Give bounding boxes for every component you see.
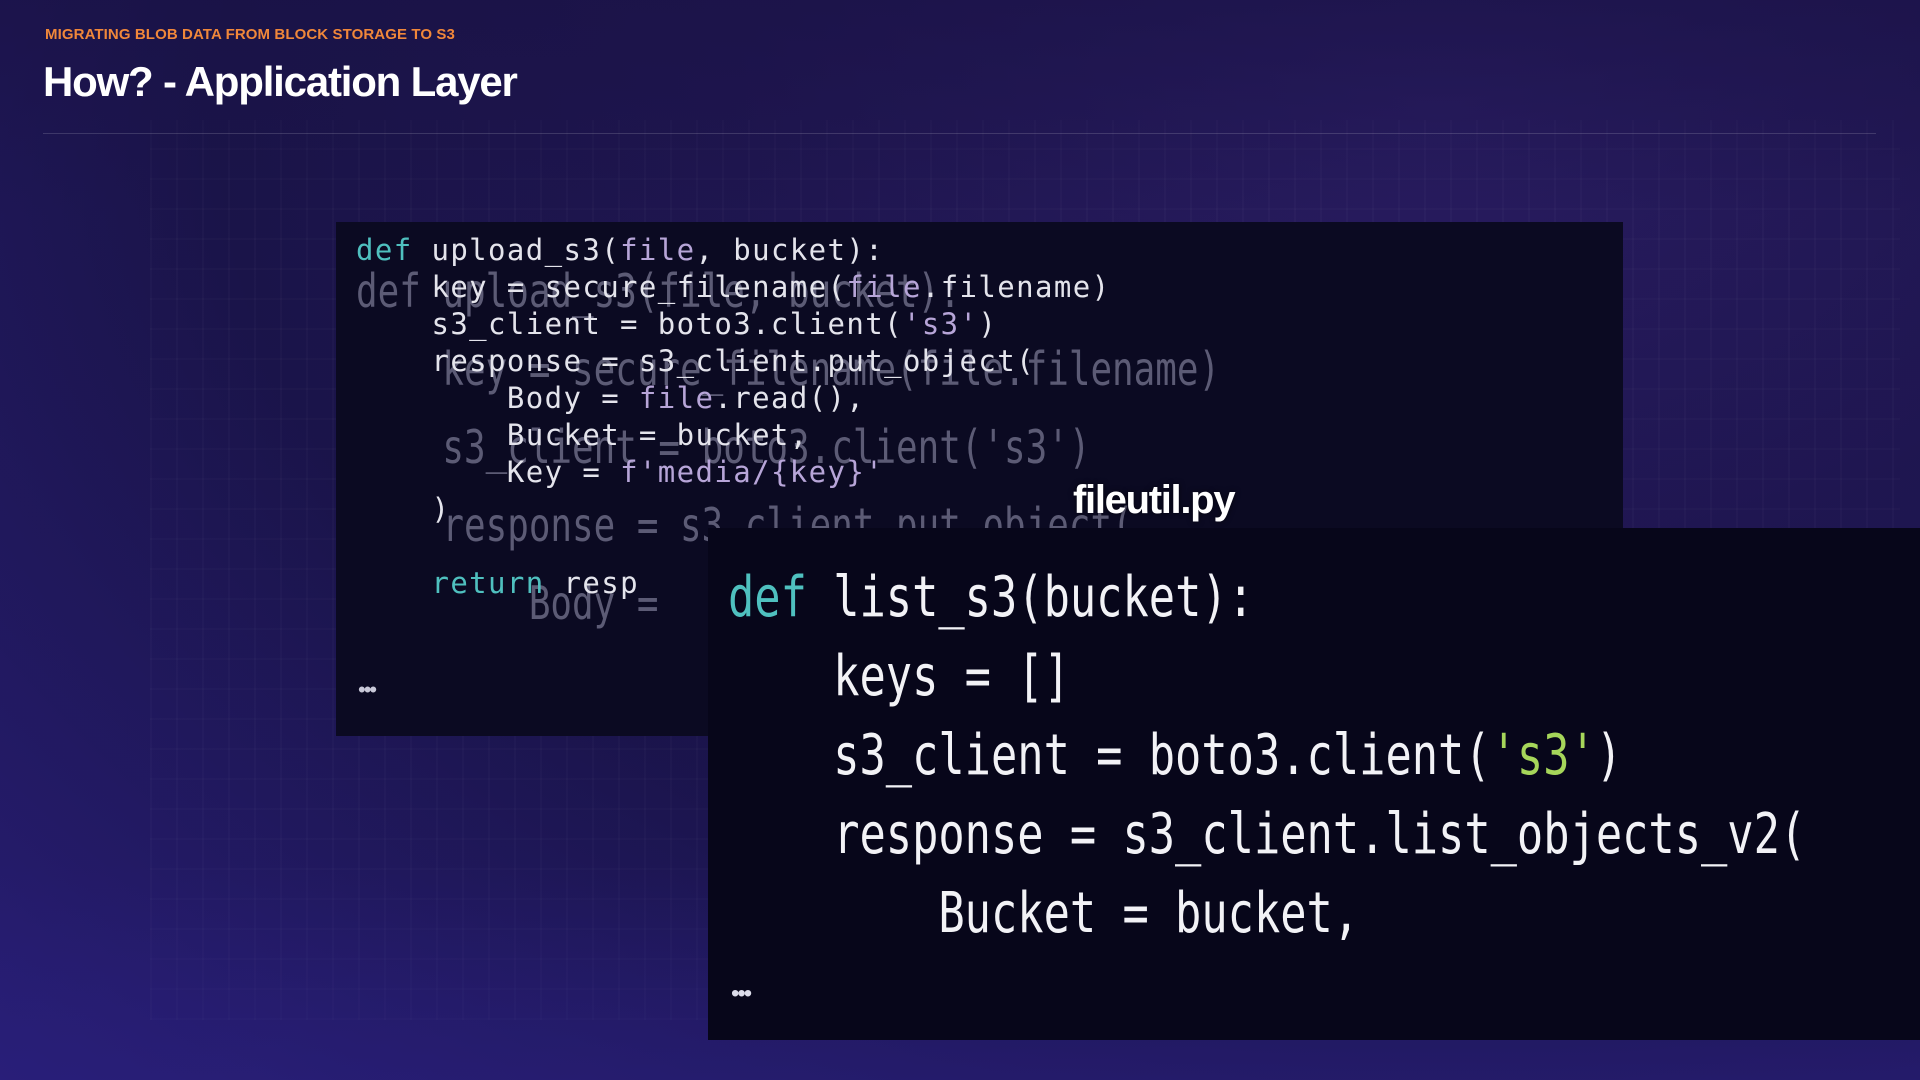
code-line: ) xyxy=(356,491,1110,528)
code-token-text: upload_s3( xyxy=(412,233,621,267)
code-token-indent xyxy=(356,270,431,304)
code-token-indent xyxy=(356,492,431,526)
code-token-text: key = secure_filename( xyxy=(431,270,847,304)
code-token-indent xyxy=(728,802,833,867)
code-token-text: keys = [] xyxy=(833,644,1070,709)
code-token-kw: def xyxy=(356,233,413,267)
code-token-text: ) xyxy=(431,492,451,526)
code-token-text: response = s3_client.put_object( xyxy=(431,344,1035,378)
code-token-str: file xyxy=(638,381,715,415)
code-token-str: file xyxy=(846,270,922,304)
code-token-rest: ) xyxy=(978,307,998,341)
code-line: Bucket = bucket, xyxy=(728,874,1806,953)
code-token-indent xyxy=(728,723,833,788)
code-line: def list_s3(bucket): xyxy=(728,558,1806,637)
code-token-str: file xyxy=(620,233,696,267)
header-divider xyxy=(43,133,1876,134)
code-panel-list: def list_s3(bucket): keys = [] s3_client… xyxy=(708,528,1920,1040)
code-token-indent xyxy=(356,307,431,341)
code-token-indent xyxy=(356,418,507,452)
code-token-indent xyxy=(356,381,507,415)
code-line: Body = file.read(), xyxy=(356,380,1110,417)
code-token-text: s3_client = boto3.client( xyxy=(833,723,1491,788)
code-line: Bucket = bucket, xyxy=(356,417,1110,454)
code-line: key = secure_filename(file.filename) xyxy=(356,269,1110,306)
list-ellipsis: ••• xyxy=(731,980,752,1007)
code-token-kw: return xyxy=(431,566,545,600)
code-token-text: Bucket = bucket, xyxy=(938,881,1360,946)
filename-label: fileutil.py xyxy=(1073,478,1236,522)
slide-title: How? - Application Layer xyxy=(43,58,518,105)
code-token-indent xyxy=(356,455,507,489)
code-token-text: list_s3(bucket): xyxy=(806,565,1254,630)
list-code-block: def list_s3(bucket): keys = [] s3_client… xyxy=(728,558,1806,953)
code-token-str: 's3' xyxy=(902,307,979,341)
code-line: def upload_s3(file, bucket): xyxy=(356,232,1110,269)
code-token-rest: ) xyxy=(1595,723,1623,788)
code-token-text: Bucket = bucket, xyxy=(506,418,809,452)
code-line: response = s3_client.list_objects_v2( xyxy=(728,795,1806,874)
code-token-str: 's3' xyxy=(1490,723,1596,788)
code-token-text: response = s3_client.list_objects_v2( xyxy=(833,802,1807,867)
upload-ellipsis: ••• xyxy=(358,677,377,702)
slide-kicker: MIGRATING BLOB DATA FROM BLOCK STORAGE T… xyxy=(45,26,455,43)
code-token-indent xyxy=(356,344,431,378)
code-token-indent xyxy=(728,644,833,709)
code-token-rest: .filename) xyxy=(921,270,1111,304)
code-line: s3_client = boto3.client('s3') xyxy=(728,716,1806,795)
code-line: s3_client = boto3.client('s3') xyxy=(356,306,1110,343)
code-token-text: Key = xyxy=(506,455,621,489)
code-line: response = s3_client.put_object( xyxy=(356,343,1110,380)
code-token-rest: .read(), xyxy=(714,381,866,415)
code-token-text: s3_client = boto3.client( xyxy=(431,307,903,341)
code-token-indent xyxy=(728,881,938,946)
code-token-indent xyxy=(356,566,431,600)
code-line: keys = [] xyxy=(728,637,1806,716)
code-token-rest: , bucket): xyxy=(695,233,885,267)
code-token-str: f'media/{key}' xyxy=(620,455,885,489)
code-token-text: resp xyxy=(544,566,639,600)
code-token-text: Body = xyxy=(506,381,639,415)
code-line: Key = f'media/{key}' xyxy=(356,454,1110,491)
code-token-kw: def xyxy=(728,565,807,630)
